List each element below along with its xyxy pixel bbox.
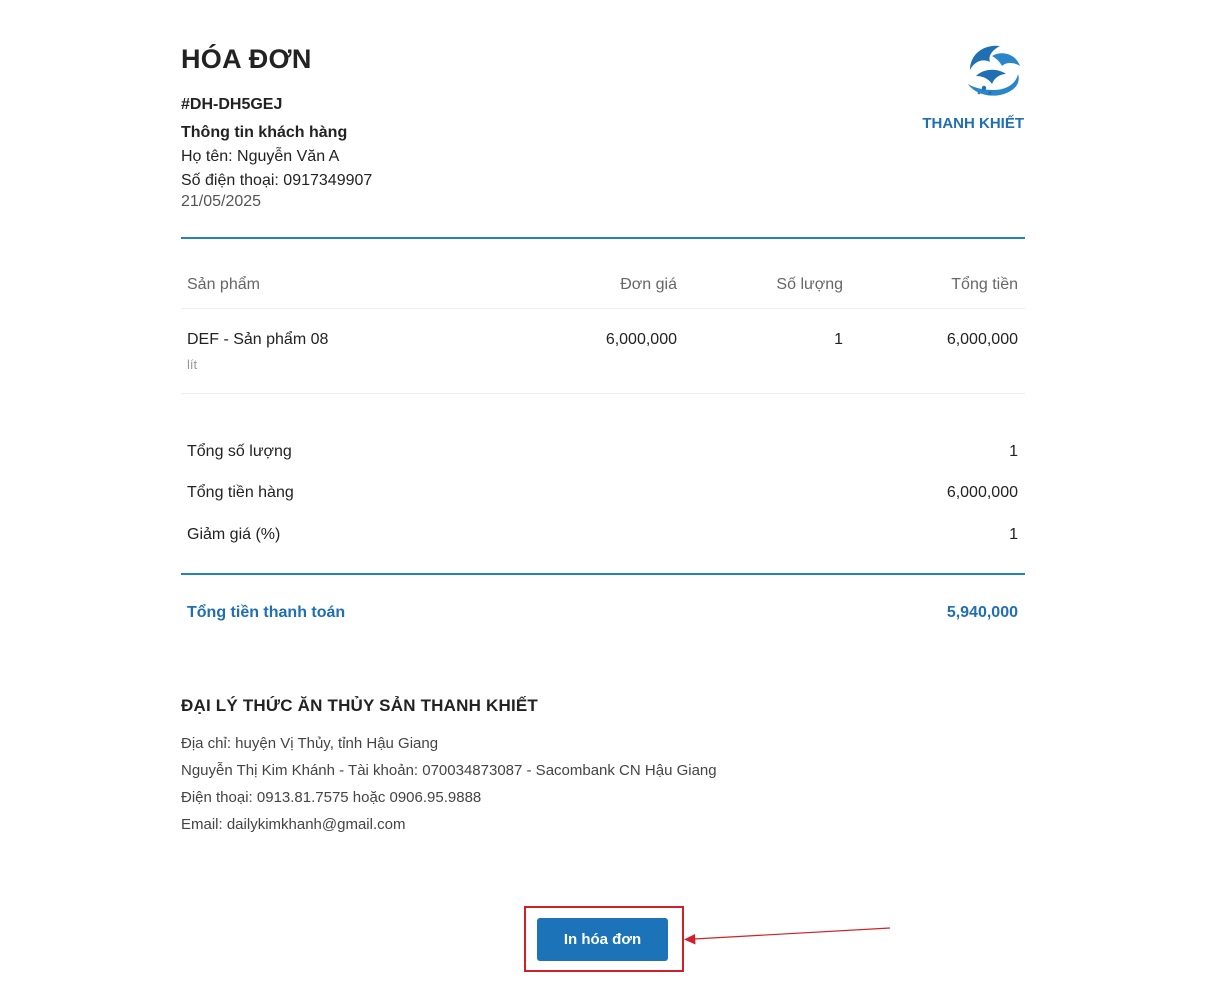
pointer-arrow-icon: [684, 927, 891, 945]
discount-value: 1: [1009, 526, 1018, 543]
summary-divider: [181, 573, 1025, 575]
header-divider: [181, 237, 1025, 239]
row-product-name: DEF - Sản phẩm 08: [187, 331, 329, 348]
row-qty: 1: [834, 331, 843, 348]
shop-bank-account: Nguyễn Thị Kim Khánh - Tài khoản: 070034…: [181, 762, 717, 779]
subtotal-label: Tổng tiền hàng: [187, 484, 294, 501]
total-qty-label: Tổng số lượng: [187, 443, 292, 460]
total-qty-value: 1: [1009, 443, 1018, 460]
discount-label: Giảm giá (%): [187, 526, 281, 543]
row-product-unit: lít: [187, 357, 198, 372]
table-row-divider: [181, 393, 1025, 394]
customer-info-heading: Thông tin khách hàng: [181, 124, 348, 141]
column-header-product: Sản phẩm: [187, 276, 260, 293]
customer-phone: Số điện thoại: 0917349907: [181, 172, 373, 189]
column-header-qty: Số lượng: [776, 276, 843, 293]
shop-phone: Điện thoại: 0913.81.7575 hoặc 0906.95.98…: [181, 789, 482, 806]
invoice-title: HÓA ĐƠN: [181, 44, 312, 74]
print-invoice-button[interactable]: In hóa đơn: [537, 918, 668, 961]
column-header-price: Đơn giá: [620, 276, 677, 293]
shop-address: Địa chỉ: huyện Vị Thủy, tỉnh Hậu Giang: [181, 735, 439, 752]
fish-wave-logo-icon: [968, 45, 1020, 96]
customer-name: Họ tên: Nguyễn Văn A: [181, 148, 340, 165]
order-code: #DH-DH5GEJ: [181, 96, 283, 113]
row-total: 6,000,000: [946, 331, 1018, 348]
brand-name: THANH KHIẾT: [922, 115, 1024, 132]
column-header-total: Tổng tiền: [951, 276, 1018, 293]
row-price: 6,000,000: [605, 331, 677, 348]
table-header-divider: [181, 308, 1025, 309]
subtotal-value: 6,000,000: [946, 484, 1018, 501]
grand-total-label: Tổng tiền thanh toán: [187, 604, 346, 621]
grand-total-value: 5,940,000: [946, 604, 1018, 621]
shop-name: ĐẠI LÝ THỨC ĂN THỦY SẢN THANH KHIẾT: [181, 696, 539, 715]
invoice-date: 21/05/2025: [181, 193, 262, 210]
shop-email: Email: dailykimkhanh@gmail.com: [181, 816, 406, 833]
